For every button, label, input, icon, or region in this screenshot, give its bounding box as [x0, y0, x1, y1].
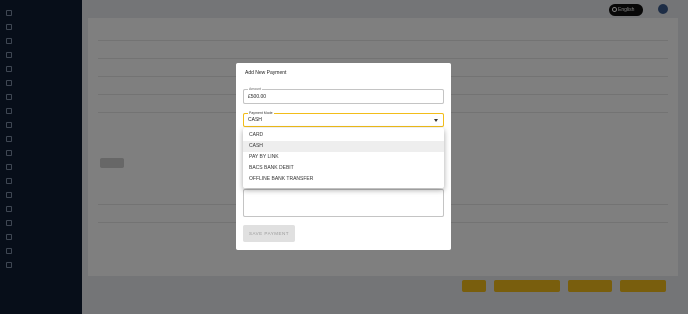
amount-value: £500.00 [248, 94, 267, 100]
amount-field[interactable]: Amount £500.00 [243, 87, 444, 104]
payment-mode-option-pay-by-link[interactable]: PAY BY LINK [243, 152, 444, 163]
caret-down-icon [434, 119, 438, 122]
payment-mode-value: CASH [248, 117, 262, 123]
payment-mode-menu: CARD CASH PAY BY LINK BACS BANK DEBIT OF… [243, 128, 444, 188]
payment-mode-option-bacs-bank-debit[interactable]: BACS BANK DEBIT [243, 163, 444, 174]
payment-mode-select[interactable]: Payment Mode CASH [243, 111, 444, 127]
notes-field[interactable] [243, 189, 444, 217]
payment-mode-option-cash[interactable]: CASH [243, 141, 444, 152]
save-payment-button[interactable]: SAVE PAYMENT [243, 225, 295, 242]
dialog-title: Add New Payment [245, 70, 287, 76]
payment-mode-option-offline-bank-transfer[interactable]: OFFLINE BANK TRANSFER [243, 174, 444, 185]
payment-mode-option-card[interactable]: CARD [243, 130, 444, 141]
